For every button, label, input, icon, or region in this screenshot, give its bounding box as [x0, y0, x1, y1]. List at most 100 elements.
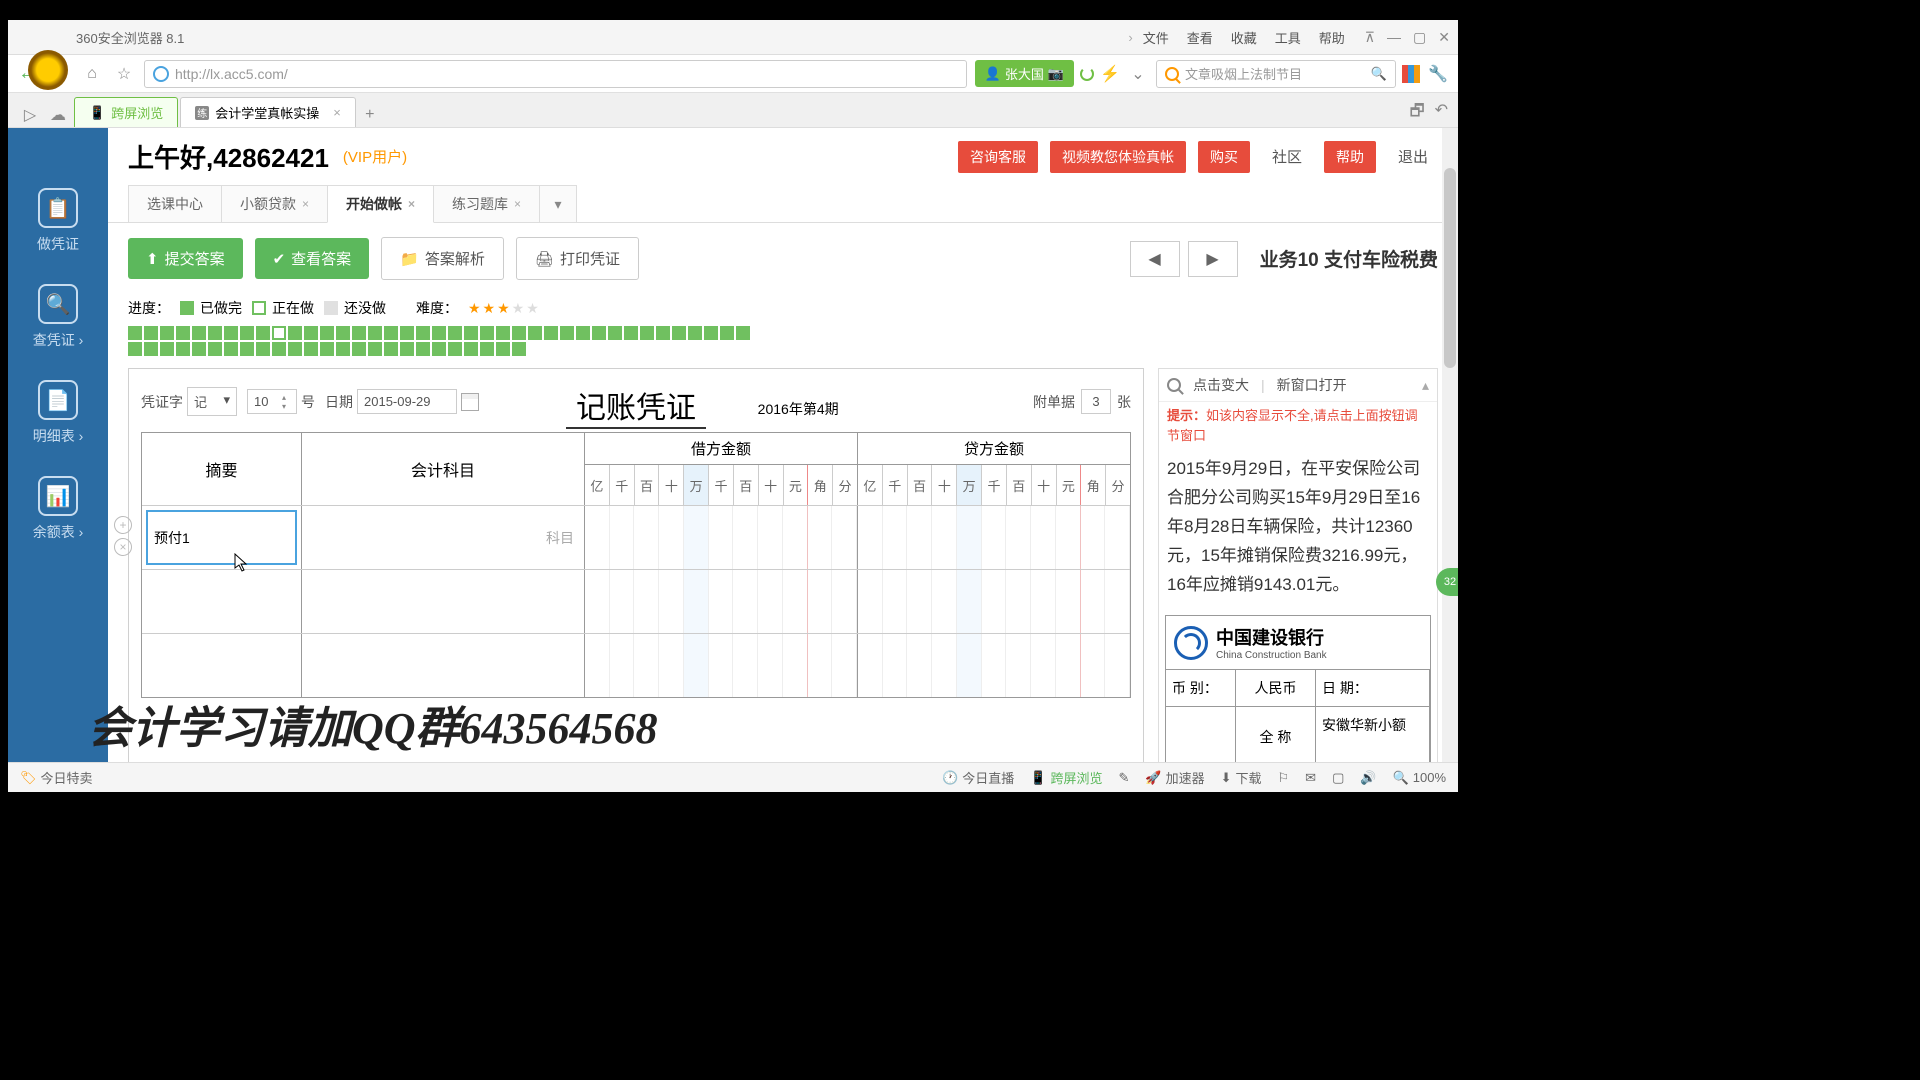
sidebar-detail[interactable]: 📄明细表 › — [33, 380, 84, 446]
reference-panel: 点击变大 | 新窗口打开 ▴ 提示：如该内容显示不全,请点击上面按钮调节窗口 2… — [1158, 368, 1438, 762]
chevron-down-icon[interactable]: ⌄ — [1126, 62, 1150, 86]
url-text: http://lx.acc5.com/ — [175, 66, 288, 82]
download-icon: ⬇ — [1221, 770, 1232, 786]
progress-cells[interactable] — [128, 326, 758, 356]
accelerator-link[interactable]: 🚀加速器 — [1145, 768, 1204, 787]
cursor-icon — [234, 553, 248, 573]
tool-icon[interactable]: 🔧 — [1426, 62, 1450, 86]
menu-help[interactable]: 帮助 — [1319, 28, 1345, 47]
new-tab-icon[interactable]: + — [358, 103, 382, 127]
pin-icon[interactable]: ⊼ — [1365, 29, 1375, 46]
task-title: 业务10 支付车险税费 — [1260, 245, 1438, 272]
subtab-dropdown[interactable]: ▾ — [539, 185, 577, 222]
search-input[interactable]: 文章吸烟上法制节目 🔍 — [1156, 60, 1396, 88]
scrollbar-vertical[interactable] — [1442, 128, 1458, 762]
bank-receipt: 中国建设银行China Construction Bank 币 别： 人民币 日… — [1165, 615, 1431, 762]
watermark-text: 会计学习请加QQ群643564568 — [88, 692, 658, 756]
special-sale[interactable]: 🏷今日特卖 — [20, 768, 93, 787]
help-button[interactable]: 帮助 — [1324, 141, 1376, 173]
search-icon — [1165, 67, 1179, 81]
cloud-icon[interactable]: ☁ — [46, 103, 70, 127]
menu-view[interactable]: 查看 — [1187, 28, 1213, 47]
bolt-icon[interactable]: ⚡ — [1100, 64, 1120, 84]
menu-file[interactable]: 文件 — [1143, 28, 1169, 47]
voucher-title: 记账凭证 — [566, 383, 706, 429]
maximize-icon[interactable]: ▢ — [1413, 29, 1426, 46]
sound-icon[interactable]: 🔊 — [1360, 770, 1376, 786]
summary-input[interactable] — [146, 510, 297, 565]
subtab-loan[interactable]: 小额贷款× — [221, 185, 328, 222]
logout-link[interactable]: 退出 — [1388, 140, 1438, 173]
play-icon[interactable]: ▷ — [18, 103, 42, 127]
minimize-icon[interactable]: — — [1387, 29, 1401, 46]
voucher-word-select[interactable]: 记▾ — [187, 387, 237, 416]
calendar-icon[interactable] — [461, 393, 479, 411]
sidebar-balance[interactable]: 📊余额表 › — [33, 476, 84, 542]
col-summary: 摘要 — [142, 433, 302, 505]
cross-screen-link[interactable]: 📱跨屏浏览 — [1030, 768, 1102, 787]
task-description: 2015年9月29日，在平安保险公司合肥分公司购买15年9月29日至16年8月2… — [1159, 449, 1437, 605]
mobile-icon: 📱 — [1030, 770, 1046, 786]
collapse-icon[interactable]: ▴ — [1422, 377, 1429, 394]
remove-row-icon[interactable]: × — [114, 538, 132, 556]
mail-icon[interactable]: ✉ — [1305, 770, 1316, 786]
sidebar-make-voucher[interactable]: 📋做凭证 — [37, 188, 79, 254]
video-button[interactable]: 视频教您体验真帐 — [1050, 141, 1186, 173]
new-window-link[interactable]: 新窗口打开 — [1277, 375, 1347, 395]
col-credit: 贷方金额 — [858, 433, 1130, 465]
close-icon[interactable]: × — [408, 197, 415, 211]
url-bar[interactable]: http://lx.acc5.com/ — [144, 60, 967, 88]
search-go-icon[interactable]: 🔍 — [1371, 66, 1387, 82]
add-row-icon[interactable]: + — [114, 516, 132, 534]
print-icon: 🖨 — [535, 250, 554, 268]
close-icon[interactable]: × — [302, 197, 309, 211]
user-icon: 👤 — [985, 66, 1001, 82]
overflow-icon[interactable]: › — [1128, 30, 1132, 45]
tab-cross-screen[interactable]: 📱 跨屏浏览 — [74, 97, 178, 127]
close-icon[interactable]: × — [514, 197, 521, 211]
analysis-button[interactable]: 📁答案解析 — [381, 237, 504, 280]
voucher-number-input[interactable]: 10▴▾ — [247, 389, 297, 414]
attach-count-input[interactable]: 3 — [1081, 389, 1111, 414]
undo-icon[interactable]: ↶ — [1435, 100, 1448, 127]
subtab-start[interactable]: 开始做帐× — [327, 185, 434, 223]
account-cell[interactable]: 科目 — [302, 506, 585, 569]
tab-accounting[interactable]: 练 会计学堂真帐实操 × — [180, 97, 356, 127]
zoom-level[interactable]: 🔍 100% — [1393, 770, 1446, 786]
voucher-date-input[interactable]: 2015-09-29 — [357, 389, 457, 414]
apps-icon[interactable] — [1402, 65, 1420, 83]
user-badge[interactable]: 👤 张大国 📷 — [975, 60, 1074, 87]
submit-button[interactable]: ⬆提交答案 — [128, 238, 243, 279]
window-icon[interactable]: ▢ — [1332, 770, 1344, 786]
prev-button[interactable]: ◀ — [1130, 241, 1180, 277]
zoom-link[interactable]: 点击变大 — [1193, 375, 1249, 395]
edit-icon[interactable]: ✎ — [1118, 770, 1129, 786]
live-link[interactable]: 🕐今日直播 — [942, 768, 1014, 787]
star-icon[interactable]: ☆ — [112, 62, 136, 86]
download-link[interactable]: ⬇下载 — [1221, 768, 1262, 787]
camera-icon: 📷 — [1048, 66, 1064, 82]
menu-fav[interactable]: 收藏 — [1231, 28, 1257, 47]
menu-tools[interactable]: 工具 — [1275, 28, 1301, 47]
float-badge[interactable]: 32 — [1436, 568, 1458, 596]
print-button[interactable]: 🖨打印凭证 — [516, 237, 639, 280]
restore-icon[interactable]: 🗗 — [1410, 100, 1425, 127]
view-answer-button[interactable]: ✔查看答案 — [255, 238, 370, 279]
close-window-icon[interactable]: ✕ — [1438, 29, 1450, 46]
subtab-practice[interactable]: 练习题库× — [433, 185, 540, 222]
difficulty-stars: ★★★★★ — [468, 300, 541, 317]
buy-button[interactable]: 购买 — [1198, 141, 1250, 173]
loading-icon — [1080, 67, 1094, 81]
check-icon: ✔ — [273, 250, 286, 268]
home-icon[interactable]: ⌂ — [80, 62, 104, 86]
sidebar-query-voucher[interactable]: 🔍查凭证 › — [33, 284, 84, 350]
ccb-logo-icon — [1174, 626, 1208, 660]
zoom-icon[interactable] — [1167, 378, 1181, 392]
flag-icon[interactable]: ⚐ — [1278, 770, 1290, 786]
consult-button[interactable]: 咨询客服 — [958, 141, 1038, 173]
col-account: 会计科目 — [302, 433, 585, 505]
close-tab-icon[interactable]: × — [333, 105, 341, 120]
subtab-course[interactable]: 选课中心 — [128, 185, 222, 222]
next-button[interactable]: ▶ — [1188, 241, 1238, 277]
community-link[interactable]: 社区 — [1262, 140, 1312, 173]
